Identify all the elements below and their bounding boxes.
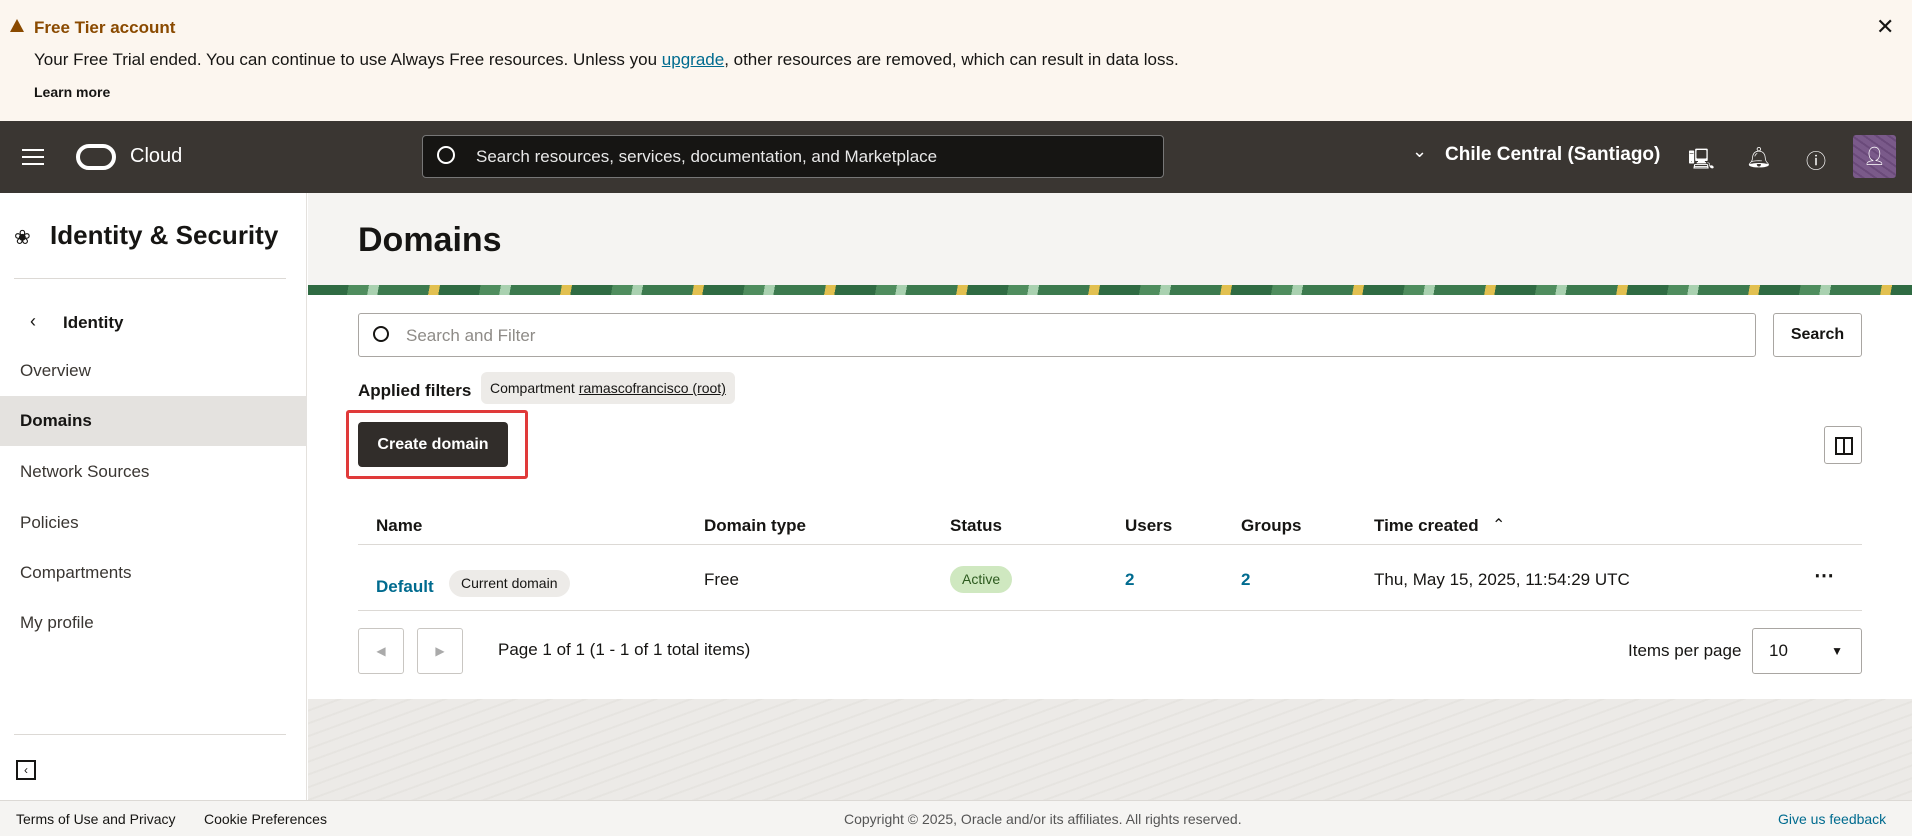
column-header-groups[interactable]: Groups xyxy=(1241,516,1301,536)
banner-text-end: , other resources are removed, which can… xyxy=(724,50,1179,69)
chevron-down-icon[interactable]: ⌄ xyxy=(1412,141,1427,162)
column-layout-icon[interactable] xyxy=(1824,426,1862,464)
collapse-sidebar-icon[interactable]: ‹ xyxy=(16,760,36,780)
chip-key: Compartment xyxy=(490,380,575,396)
avatar[interactable]: 👤︎ xyxy=(1853,135,1896,178)
feedback-link[interactable]: Give us feedback xyxy=(1778,801,1886,837)
column-header-users[interactable]: Users xyxy=(1125,516,1172,536)
top-nav: Cloud Search resources, services, docume… xyxy=(0,121,1912,193)
create-domain-button[interactable]: Create domain xyxy=(358,422,508,467)
divider xyxy=(14,278,286,279)
learn-more-link[interactable]: Learn more xyxy=(34,84,110,100)
sort-ascending-icon[interactable]: ⌃ xyxy=(1492,515,1505,535)
domain-name-link[interactable]: Default xyxy=(376,577,434,597)
applied-filters-label: Applied filters xyxy=(358,381,472,400)
decorative-banner xyxy=(308,285,1912,295)
help-icon[interactable]: ⓘ xyxy=(1803,145,1829,174)
banner-title: Free Tier account xyxy=(34,18,176,37)
sidebar-item-compartments[interactable]: Compartments xyxy=(0,548,307,598)
chevron-left-icon[interactable]: ‹ xyxy=(30,311,36,332)
sidebar-item-overview[interactable]: Overview xyxy=(0,346,307,396)
sidebar-title: Identity & Security xyxy=(50,220,279,250)
time-created: Thu, May 15, 2025, 11:54:29 UTC xyxy=(1374,570,1630,589)
sidebar-item-policies[interactable]: Policies xyxy=(0,498,307,548)
cookie-preferences-link[interactable]: Cookie Preferences xyxy=(204,801,327,837)
page-title: Domains xyxy=(358,221,502,259)
search-placeholder: Search resources, services, documentatio… xyxy=(476,147,938,166)
bell-icon[interactable]: 🔔︎ xyxy=(1746,145,1772,170)
upgrade-link[interactable]: upgrade xyxy=(662,50,724,69)
groups-count-link[interactable]: 2 xyxy=(1241,570,1250,590)
sidebar-item-network-sources[interactable]: Network Sources xyxy=(0,447,307,497)
sidebar: ❀ Identity & Security ‹ Identity Overvie… xyxy=(0,193,307,800)
status-badge: Active xyxy=(950,566,1013,593)
sidebar-back-identity[interactable]: Identity xyxy=(63,313,123,333)
chip-value-link[interactable]: ramascofrancisco (root) xyxy=(579,380,726,396)
banner-message: Your Free Trial ended. You can continue … xyxy=(34,50,1179,70)
items-per-page-select[interactable]: 10 ▼ xyxy=(1752,628,1862,674)
domains-panel: Search and Filter Search Applied filters… xyxy=(308,295,1912,699)
column-header-status[interactable]: Status xyxy=(950,516,1002,536)
sidebar-item-domains[interactable]: Domains xyxy=(0,396,307,446)
cloud-shell-icon[interactable]: 🖳 xyxy=(1688,145,1715,179)
more-actions-icon[interactable]: ⋯ xyxy=(1814,563,1834,588)
column-header-name[interactable]: Name xyxy=(376,516,422,536)
search-icon xyxy=(373,326,389,342)
divider xyxy=(14,734,286,735)
search-filter-placeholder: Search and Filter xyxy=(406,326,536,345)
pagination-summary: Page 1 of 1 (1 - 1 of 1 total items) xyxy=(498,640,751,659)
next-page-button[interactable]: ▶ xyxy=(417,628,463,674)
sidebar-item-my-profile[interactable]: My profile xyxy=(0,598,307,648)
main-content: Domains Search and Filter Search Applied… xyxy=(308,193,1912,800)
brand-label[interactable]: Cloud xyxy=(130,145,182,168)
divider xyxy=(358,610,1862,611)
previous-page-button[interactable]: ◀ xyxy=(358,628,404,674)
banner-text: Your Free Trial ended. You can continue … xyxy=(34,50,662,69)
region-selector[interactable]: Chile Central (Santiago) xyxy=(1445,144,1660,166)
copyright: Copyright © 2025, Oracle and/or its affi… xyxy=(844,811,1242,827)
column-header-domain-type[interactable]: Domain type xyxy=(704,516,806,536)
menu-icon[interactable] xyxy=(22,149,44,165)
warning-icon xyxy=(10,19,24,32)
search-button[interactable]: Search xyxy=(1773,313,1862,357)
current-domain-badge: Current domain xyxy=(449,570,570,597)
free-tier-banner: Free Tier account Your Free Trial ended.… xyxy=(0,0,1912,121)
compartment-filter-chip[interactable]: Compartment ramascofrancisco (root) xyxy=(481,372,735,404)
column-header-time-created[interactable]: Time created xyxy=(1374,516,1479,536)
domain-type: Free xyxy=(704,570,739,589)
users-count-link[interactable]: 2 xyxy=(1125,570,1134,590)
footer: Terms of Use and Privacy Cookie Preferen… xyxy=(0,800,1912,836)
items-per-page-value: 10 xyxy=(1769,641,1788,660)
terms-link[interactable]: Terms of Use and Privacy xyxy=(16,801,176,837)
items-per-page-label: Items per page xyxy=(1628,641,1742,660)
caret-down-icon: ▼ xyxy=(1831,644,1843,658)
close-icon[interactable]: ✕ xyxy=(1876,14,1894,40)
divider xyxy=(358,544,1862,545)
decorative-background xyxy=(308,699,1912,800)
search-filter-input[interactable]: Search and Filter xyxy=(358,313,1756,357)
oracle-logo[interactable] xyxy=(76,144,116,170)
identity-security-icon: ❀ xyxy=(14,227,31,249)
user-icon: 👤︎ xyxy=(1863,146,1886,166)
search-icon xyxy=(437,146,455,164)
global-search-input[interactable]: Search resources, services, documentatio… xyxy=(422,135,1164,178)
